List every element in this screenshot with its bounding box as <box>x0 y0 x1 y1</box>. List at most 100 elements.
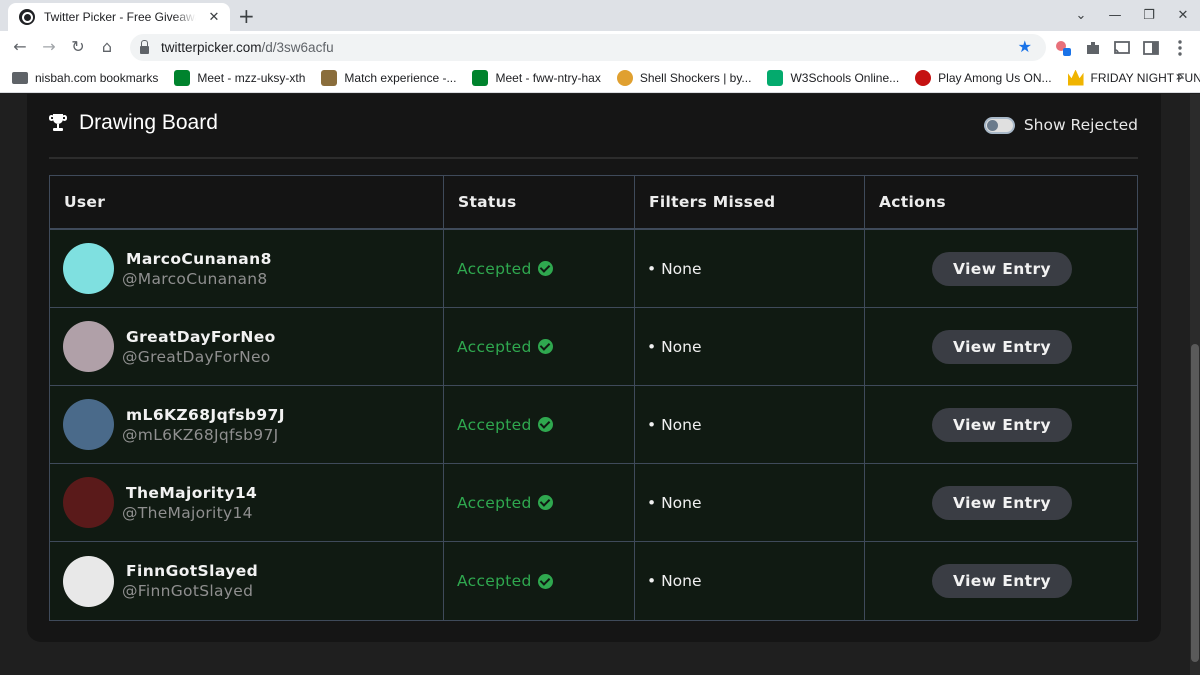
status-badge: Accepted <box>457 572 553 590</box>
status-text: Accepted <box>457 259 532 278</box>
scrollbar-thumb[interactable] <box>1191 344 1199 662</box>
url-text: twitterpicker.com/d/3sw6acfu <box>161 40 334 55</box>
actions-cell: View Entry <box>865 542 1137 620</box>
avatar <box>63 399 114 450</box>
status-badge: Accepted <box>457 260 553 278</box>
bookmarks-overflow-icon[interactable]: » <box>1175 69 1184 85</box>
table-row: TheMajority14@TheMajority14 Accepted None V… <box>50 464 1137 542</box>
folder-icon <box>12 71 28 84</box>
status-text: Accepted <box>457 415 532 434</box>
page-title: Drawing Board <box>79 111 218 134</box>
status-badge: Accepted <box>457 494 553 512</box>
reload-icon[interactable]: ↻ <box>68 37 88 57</box>
bookmark-item[interactable]: W3Schools Online... <box>767 69 900 86</box>
header-divider <box>49 157 1138 159</box>
tab-close-icon[interactable]: ✕ <box>206 10 222 25</box>
user-info: GreatDayForNeo @GreatDayForNeo <box>122 327 276 367</box>
user-handle: @mL6KZ68Jqfsb97J <box>122 425 279 444</box>
table-row: GreatDayForNeo@GreatDayForNeo Accepted Non… <box>50 308 1137 386</box>
tab-search-icon[interactable]: ⌄ <box>1064 8 1098 23</box>
view-entry-button[interactable]: View Entry <box>932 407 1072 442</box>
user-display-name: GreatDayForNeo <box>126 327 276 346</box>
cast-icon[interactable] <box>1112 38 1132 58</box>
bookmark-item[interactable]: Meet - mzz-uksy-xth <box>174 69 306 86</box>
bookmark-item[interactable]: Match experience -... <box>321 69 456 86</box>
restore-icon[interactable]: ❐ <box>1132 8 1166 23</box>
user-display-name: mL6KZ68Jqfsb97J <box>126 405 285 424</box>
avatar <box>63 555 114 607</box>
check-circle-icon <box>537 339 553 354</box>
filters-missed-cell: None <box>635 386 865 463</box>
table-header: User Status Filters Missed Actions <box>50 176 1137 230</box>
bookmarks-bar: nisbah.com bookmarks Meet - mzz-uksy-xth M… <box>0 63 1200 93</box>
trophy-icon <box>49 114 67 132</box>
extension-badge-icon[interactable] <box>1053 38 1073 58</box>
side-panel-icon[interactable] <box>1141 38 1161 58</box>
new-tab-button[interactable]: + <box>238 4 255 28</box>
bookmark-item[interactable]: Play Among Us ON... <box>915 69 1052 86</box>
view-entry-button[interactable]: View Entry <box>932 329 1072 364</box>
bookmark-star-icon[interactable]: ★ <box>1018 37 1032 56</box>
window-controls: ⌄ — ❐ ✕ <box>1064 0 1200 31</box>
avatar <box>63 321 114 372</box>
user-handle: @MarcoCunanan8 <box>122 269 268 288</box>
minimize-icon[interactable]: — <box>1098 8 1132 23</box>
bookmark-item[interactable]: nisbah.com bookmarks <box>12 71 158 85</box>
tab-strip: Twitter Picker - Free Giveaway Pi ✕ + ⌄ … <box>0 0 1200 31</box>
forward-arrow-icon[interactable]: → <box>39 37 59 57</box>
back-arrow-icon[interactable]: ← <box>10 37 30 57</box>
entries-table: User Status Filters Missed Actions Marco… <box>49 175 1138 621</box>
bookmark-label: Meet - mzz-uksy-xth <box>197 70 306 85</box>
filters-missed-value: None <box>647 572 701 590</box>
status-cell: Accepted <box>444 542 635 620</box>
show-rejected-label: Show Rejected <box>1023 116 1138 134</box>
card-header: Drawing Board <box>49 111 218 135</box>
view-entry-button[interactable]: View Entry <box>932 485 1072 520</box>
table-row: MarcoCunanan8@MarcoCunanan8 Accepted None V… <box>50 230 1137 308</box>
among-us-icon <box>915 69 932 86</box>
user-info: TheMajority14 @TheMajority14 <box>122 483 257 523</box>
close-window-icon[interactable]: ✕ <box>1166 8 1200 23</box>
status-cell: Accepted <box>444 386 635 463</box>
user-info: MarcoCunanan8 @MarcoCunanan8 <box>122 249 272 289</box>
bookmark-label: Shell Shockers | by... <box>639 70 752 85</box>
user-display-name: FinnGotSlayed <box>126 562 259 580</box>
column-header-actions: Actions <box>879 193 946 211</box>
column-header-filters-missed: Filters Missed <box>635 176 865 228</box>
user-cell: TheMajority14 @TheMajority14 <box>50 464 444 541</box>
filters-missed-cell: None <box>635 308 865 385</box>
bookmark-item[interactable]: Shell Shockers | by... <box>616 69 752 86</box>
tab-title: Twitter Picker - Free Giveaway Pi <box>44 10 196 24</box>
status-text: Accepted <box>457 337 532 356</box>
bookmark-label: Play Among Us ON... <box>938 70 1052 85</box>
view-entry-button[interactable]: View Entry <box>932 564 1072 598</box>
bookmark-label: Meet - fww-ntry-hax <box>495 70 601 85</box>
user-handle: @FinnGotSlayed <box>122 582 254 600</box>
menu-kebab-icon[interactable] <box>1170 38 1190 58</box>
browser-tab[interactable]: Twitter Picker - Free Giveaway Pi ✕ <box>8 3 230 31</box>
actions-cell: View Entry <box>865 464 1137 541</box>
page-scrollbar[interactable] <box>1190 94 1200 675</box>
actions-cell: View Entry <box>865 230 1137 307</box>
url-path: /d/3sw6acfu <box>261 40 334 55</box>
home-icon[interactable]: ⌂ <box>97 37 117 57</box>
browser-toolbar: ← → ↻ ⌂ twitterpicker.com/d/3sw6acfu ★ <box>0 31 1200 63</box>
user-cell: MarcoCunanan8 @MarcoCunanan8 <box>50 230 444 307</box>
user-cell: FinnGotSlayed @FinnGotSlayed <box>50 542 444 620</box>
status-cell: Accepted <box>444 308 635 385</box>
show-rejected-toggle[interactable]: Show Rejected <box>983 116 1138 134</box>
shell-shockers-icon <box>616 69 633 86</box>
bookmark-item[interactable]: Meet - fww-ntry-hax <box>472 69 601 86</box>
actions-cell: View Entry <box>865 386 1137 463</box>
bookmark-label: W3Schools Online... <box>790 70 900 85</box>
filters-missed-value: None <box>647 260 701 278</box>
filters-missed-cell: None <box>635 542 865 620</box>
address-bar[interactable]: twitterpicker.com/d/3sw6acfu ★ <box>130 34 1046 61</box>
status-badge: Accepted <box>457 416 553 434</box>
user-display-name: MarcoCunanan8 <box>126 249 272 268</box>
view-entry-button[interactable]: View Entry <box>932 251 1072 286</box>
toggle-switch[interactable] <box>983 116 1015 134</box>
avatar <box>63 243 114 294</box>
column-header-user: User <box>50 176 444 228</box>
extensions-puzzle-icon[interactable] <box>1083 38 1103 58</box>
